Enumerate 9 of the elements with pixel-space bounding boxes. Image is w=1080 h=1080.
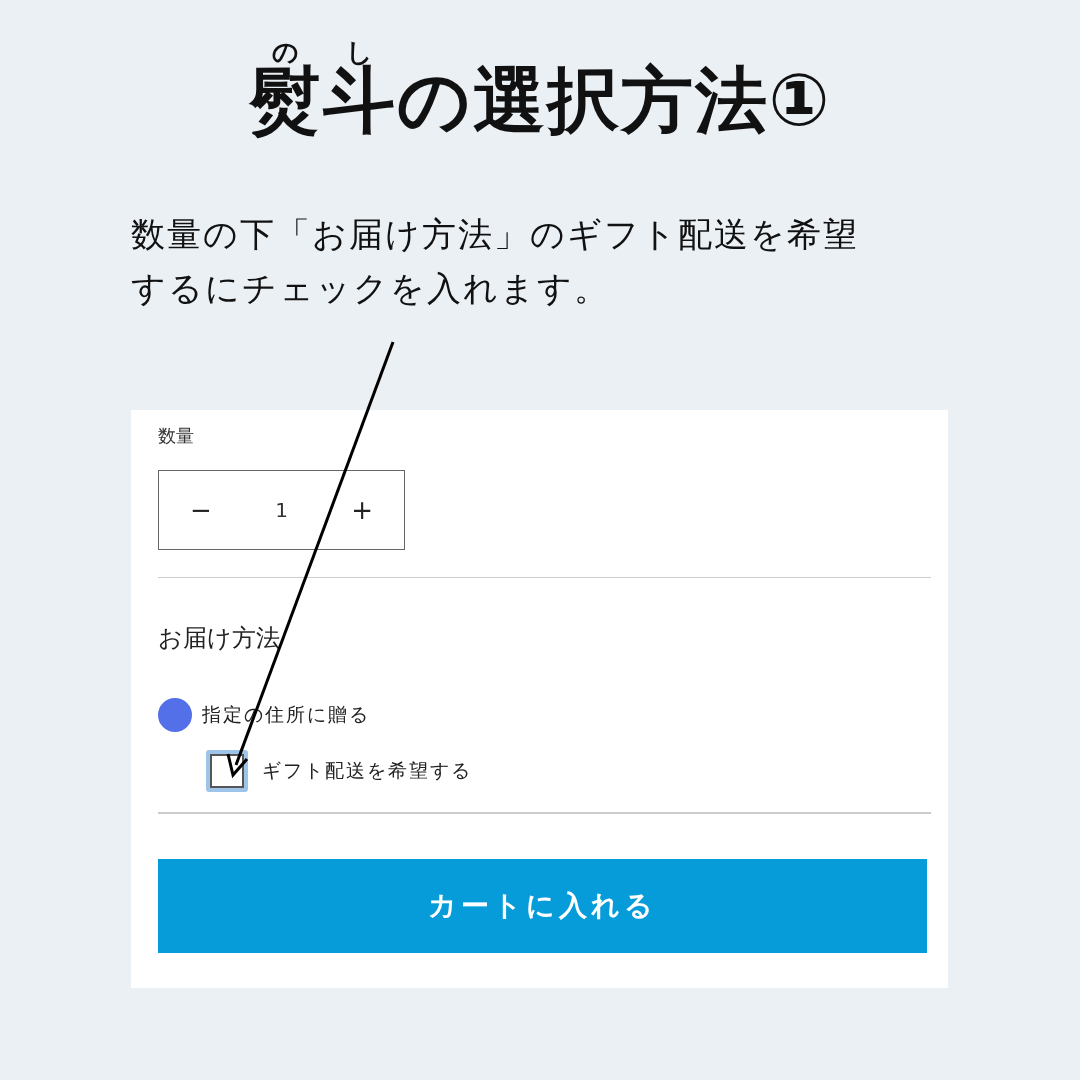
decrease-button[interactable]: − (184, 494, 218, 525)
increase-button[interactable]: + (345, 494, 379, 525)
quantity-label: 数量 (158, 423, 195, 448)
quantity-stepper[interactable]: − 1 + (158, 469, 405, 550)
option-label: ギフト配送を希望する (262, 758, 472, 784)
quantity-value: 1 (275, 497, 288, 522)
page-title: 熨 の 斗 し の選択方法① (248, 40, 832, 144)
instruction-text: 数量の下「お届け方法」のギフト配送を希望 するにチェックを入れます。 (131, 213, 859, 311)
delivery-heading: お届け方法 (158, 623, 281, 655)
